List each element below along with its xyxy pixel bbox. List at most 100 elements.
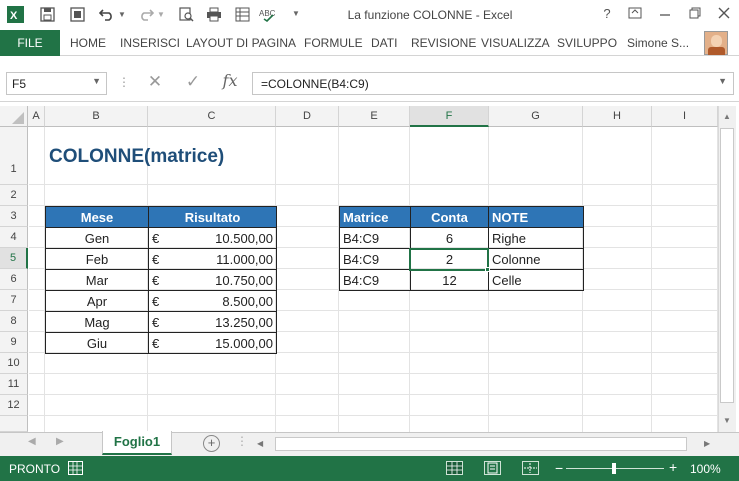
- amount-cell[interactable]: €8.500,00: [148, 290, 277, 312]
- header-risultato[interactable]: Risultato: [148, 206, 277, 228]
- header-mese[interactable]: Mese: [45, 206, 149, 228]
- tab-insert[interactable]: INSERISCI: [120, 36, 180, 50]
- tab-developer[interactable]: SVILUPPO: [557, 36, 617, 50]
- amount-cell[interactable]: €10.500,00: [148, 227, 277, 249]
- next-sheet-icon[interactable]: ▶: [56, 436, 64, 447]
- tab-data[interactable]: DATI: [371, 36, 397, 50]
- row-header[interactable]: 2: [0, 185, 28, 206]
- chevron-down-icon[interactable]: ▼: [92, 76, 101, 86]
- month-cell[interactable]: Mar: [45, 269, 149, 291]
- scroll-down-icon[interactable]: ▼: [719, 413, 735, 429]
- amount-cell[interactable]: €13.250,00: [148, 311, 277, 333]
- sheet-title-cell[interactable]: COLONNE(matrice): [49, 146, 224, 168]
- customize-toolbar-icon[interactable]: ▼: [292, 9, 300, 18]
- column-header[interactable]: B: [45, 106, 148, 127]
- note-cell[interactable]: Celle: [488, 269, 584, 291]
- zoom-out-button[interactable]: −: [555, 460, 563, 476]
- header-conta[interactable]: Conta: [410, 206, 489, 228]
- sheet-tab-foglio1[interactable]: Foglio1: [102, 431, 172, 455]
- insert-function-icon[interactable]: fx: [216, 71, 244, 90]
- page-break-view-icon[interactable]: [522, 461, 539, 475]
- ribbon-display-options-icon[interactable]: [624, 6, 646, 24]
- restore-icon[interactable]: [684, 6, 706, 24]
- column-header[interactable]: I: [652, 106, 718, 127]
- tab-formulas[interactable]: FORMULE: [304, 36, 363, 50]
- amount-cell[interactable]: €10.750,00: [148, 269, 277, 291]
- user-name[interactable]: Simone S...: [627, 36, 689, 50]
- month-cell[interactable]: Apr: [45, 290, 149, 312]
- count-cell[interactable]: 12: [410, 269, 489, 291]
- count-cell[interactable]: 2: [410, 248, 489, 270]
- printer-icon[interactable]: [205, 5, 223, 23]
- column-header[interactable]: F: [410, 106, 489, 127]
- page-layout-view-icon[interactable]: [484, 461, 501, 475]
- range-cell[interactable]: B4:C9: [339, 227, 411, 249]
- scroll-right-icon[interactable]: ▶: [704, 439, 710, 448]
- new-sheet-icon[interactable]: +: [203, 435, 220, 452]
- vertical-scroll-thumb[interactable]: [720, 128, 734, 403]
- redo-dropdown-icon[interactable]: ▼: [157, 10, 165, 19]
- tab-page-layout[interactable]: LAYOUT DI PAGINA: [186, 36, 296, 50]
- row-header[interactable]: 12: [0, 395, 28, 416]
- tab-review[interactable]: REVISIONE: [411, 36, 476, 50]
- undo-dropdown-icon[interactable]: ▼: [118, 10, 126, 19]
- prev-sheet-icon[interactable]: ◀: [28, 436, 36, 447]
- zoom-slider-thumb[interactable]: [612, 463, 616, 474]
- expand-formula-bar-icon[interactable]: ▼: [718, 76, 727, 86]
- undo-icon[interactable]: [98, 5, 116, 23]
- row-header[interactable]: 3: [0, 206, 28, 227]
- help-icon[interactable]: ?: [596, 6, 618, 24]
- confirm-entry-icon[interactable]: ✓: [180, 72, 206, 94]
- tab-home[interactable]: HOME: [70, 36, 106, 50]
- zoom-in-button[interactable]: +: [669, 459, 677, 475]
- tab-view[interactable]: VISUALIZZA: [481, 36, 550, 50]
- note-cell[interactable]: Righe: [488, 227, 584, 249]
- count-cell[interactable]: 6: [410, 227, 489, 249]
- macro-record-icon[interactable]: [68, 461, 83, 475]
- spelling-icon[interactable]: ABC: [258, 5, 276, 23]
- amount-cell[interactable]: €11.000,00: [148, 248, 277, 270]
- month-cell[interactable]: Feb: [45, 248, 149, 270]
- range-cell[interactable]: B4:C9: [339, 248, 411, 270]
- horizontal-scroll-thumb[interactable]: [275, 437, 687, 451]
- header-note[interactable]: NOTE: [488, 206, 584, 228]
- row-header[interactable]: 10: [0, 353, 28, 374]
- row-header[interactable]: 5: [0, 248, 28, 269]
- redo-icon[interactable]: [137, 5, 155, 23]
- column-header[interactable]: C: [148, 106, 276, 127]
- column-header[interactable]: G: [489, 106, 583, 127]
- print-preview-icon[interactable]: [177, 5, 195, 23]
- column-header[interactable]: H: [583, 106, 652, 127]
- month-cell[interactable]: Giu: [45, 332, 149, 354]
- select-all-button[interactable]: [0, 106, 28, 127]
- amount-cell[interactable]: €15.000,00: [148, 332, 277, 354]
- name-box[interactable]: F5 ▼: [6, 72, 107, 95]
- column-header[interactable]: E: [339, 106, 410, 127]
- tab-split-handle-icon[interactable]: ⋮: [236, 434, 248, 448]
- month-cell[interactable]: Gen: [45, 227, 149, 249]
- close-icon[interactable]: [713, 6, 735, 24]
- scroll-up-icon[interactable]: ▲: [719, 109, 735, 125]
- column-header[interactable]: A: [28, 106, 45, 127]
- zoom-level[interactable]: 100%: [690, 462, 721, 476]
- month-cell[interactable]: Mag: [45, 311, 149, 333]
- row-header[interactable]: 9: [0, 332, 28, 353]
- range-cell[interactable]: B4:C9: [339, 269, 411, 291]
- row-header[interactable]: 11: [0, 374, 28, 395]
- avatar[interactable]: [704, 31, 728, 55]
- row-header[interactable]: 4: [0, 227, 28, 248]
- normal-view-icon[interactable]: [446, 461, 463, 475]
- fill-handle[interactable]: [485, 267, 490, 272]
- header-matrice[interactable]: Matrice: [339, 206, 411, 228]
- scroll-left-icon[interactable]: ◀: [257, 439, 263, 448]
- minimize-icon[interactable]: [654, 6, 676, 24]
- format-cells-icon[interactable]: [233, 5, 251, 23]
- save-icon[interactable]: [38, 5, 56, 23]
- row-header[interactable]: 6: [0, 269, 28, 290]
- row-header[interactable]: 8: [0, 311, 28, 332]
- row-header[interactable]: 1: [0, 127, 28, 185]
- cancel-entry-icon[interactable]: ✕: [142, 72, 168, 94]
- column-header[interactable]: D: [276, 106, 339, 127]
- note-cell[interactable]: Colonne: [488, 248, 584, 270]
- formula-input[interactable]: =COLONNE(B4:C9) ▼: [252, 72, 734, 95]
